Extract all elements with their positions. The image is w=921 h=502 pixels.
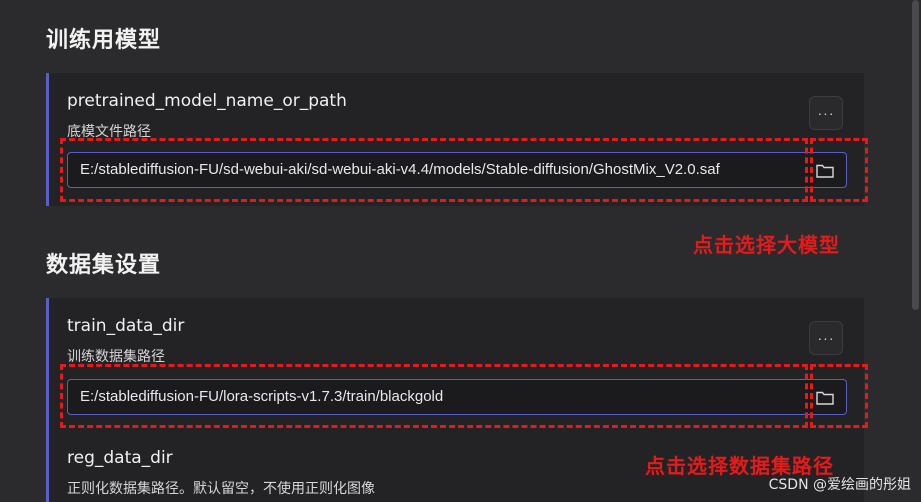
field-name-reg-data-dir: reg_data_dir: [67, 448, 173, 468]
annotation-box-dataset-folder-button: [810, 364, 868, 428]
more-options-button[interactable]: ···: [809, 96, 843, 130]
annotation-box-model-path: [60, 138, 808, 202]
field-description-train-data-dir: 训练数据集路径: [67, 349, 165, 365]
more-options-button[interactable]: ···: [809, 321, 843, 355]
section-title-dataset: 数据集设置: [46, 252, 162, 277]
field-description-reg-data-dir: 正则化数据集路径。默认留空，不使用正则化图像: [67, 481, 375, 497]
lora-training-settings-page: 训练用模型 pretrained_model_name_or_path 底模文件…: [0, 0, 921, 502]
annotation-select-model: 点击选择大模型: [693, 233, 840, 257]
field-name-pretrained-model: pretrained_model_name_or_path: [67, 91, 347, 111]
field-name-train-data-dir: train_data_dir: [67, 316, 185, 336]
annotation-box-model-folder-button: [810, 138, 868, 202]
csdn-watermark: CSDN @爱绘画的彤姐: [768, 477, 911, 493]
vertical-scrollbar[interactable]: [912, 0, 919, 310]
section-title-training-model: 训练用模型: [46, 27, 162, 52]
annotation-box-dataset-path: [60, 364, 808, 428]
